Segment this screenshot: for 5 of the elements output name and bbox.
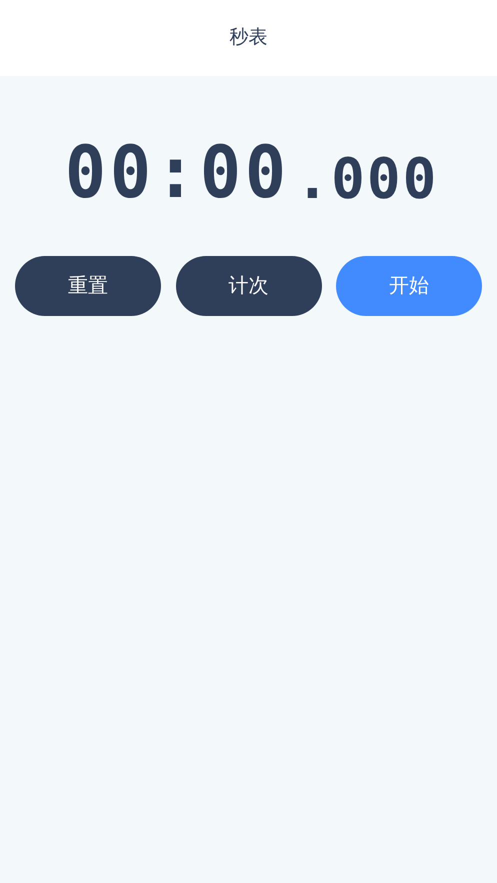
timer-milliseconds: .000 (295, 152, 438, 208)
action-button[interactable]: 计次 (176, 256, 322, 316)
timer-display: 00:00 (64, 136, 290, 208)
action-button[interactable]: 重置 (15, 256, 161, 316)
page-title: 秒表 (230, 26, 268, 50)
